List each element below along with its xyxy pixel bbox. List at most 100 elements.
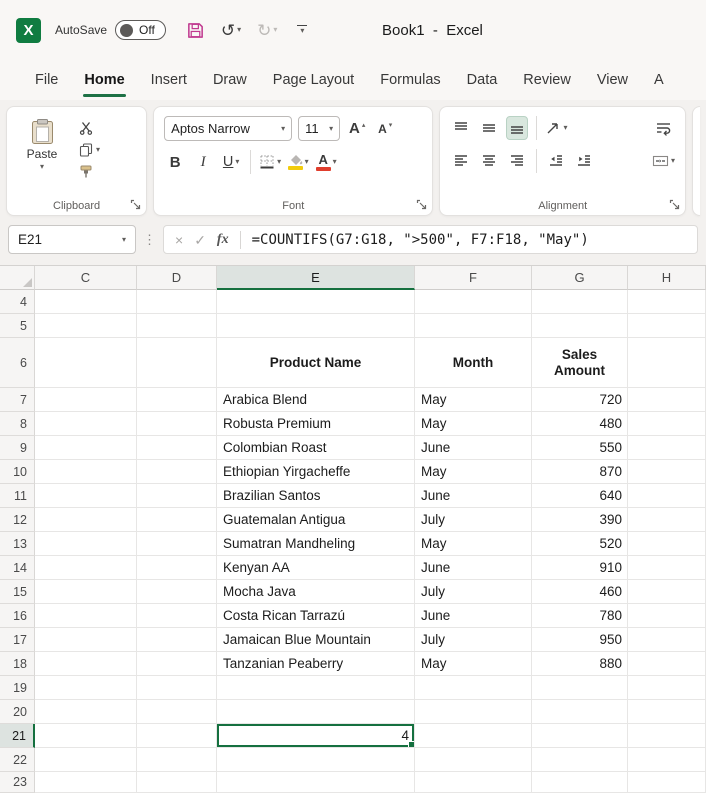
cell-G5[interactable] [532, 314, 628, 338]
cell-E16[interactable]: Costa Rican Tarrazú [217, 604, 415, 628]
cell-E21[interactable]: 4 [217, 724, 415, 748]
cell-H8[interactable] [628, 412, 706, 436]
cell-F16[interactable]: June [415, 604, 532, 628]
cell-E19[interactable] [217, 676, 415, 700]
italic-button[interactable]: I [192, 150, 214, 174]
increase-indent-button[interactable] [573, 149, 595, 173]
cell-C20[interactable] [35, 700, 137, 724]
cell-E4[interactable] [217, 290, 415, 314]
row-header-7[interactable]: 7 [0, 388, 35, 412]
cell-D22[interactable] [137, 748, 217, 772]
cell-G7[interactable]: 720 [532, 388, 628, 412]
font-size-combobox[interactable]: 11 ▾ [298, 116, 341, 141]
cell-H11[interactable] [628, 484, 706, 508]
cell-E8[interactable]: Robusta Premium [217, 412, 415, 436]
format-painter-button[interactable] [79, 165, 100, 179]
formula-input-area[interactable]: × ✓ fx =COUNTIFS(G7:G18, ">500", F7:F18,… [163, 225, 698, 254]
column-header-C[interactable]: C [35, 266, 137, 290]
cell-F12[interactable]: July [415, 508, 532, 532]
cell-D6[interactable] [137, 338, 217, 388]
cell-H12[interactable] [628, 508, 706, 532]
cell-D8[interactable] [137, 412, 217, 436]
align-middle-button[interactable] [478, 116, 500, 140]
align-bottom-button[interactable] [506, 116, 529, 140]
cell-H14[interactable] [628, 556, 706, 580]
cell-C22[interactable] [35, 748, 137, 772]
row-header-13[interactable]: 13 [0, 532, 35, 556]
cell-G19[interactable] [532, 676, 628, 700]
row-header-23[interactable]: 23 [0, 772, 35, 793]
row-header-15[interactable]: 15 [0, 580, 35, 604]
column-header-D[interactable]: D [137, 266, 217, 290]
tab-draw[interactable]: Draw [200, 60, 260, 100]
row-header-11[interactable]: 11 [0, 484, 35, 508]
cell-F21[interactable] [415, 724, 532, 748]
formula-bar-separator[interactable]: ⋮ [143, 232, 156, 248]
row-header-4[interactable]: 4 [0, 290, 35, 314]
cell-D5[interactable] [137, 314, 217, 338]
row-header-9[interactable]: 9 [0, 436, 35, 460]
cell-F9[interactable]: June [415, 436, 532, 460]
save-button[interactable] [186, 21, 205, 40]
cell-D9[interactable] [137, 436, 217, 460]
alignment-dialog-launcher[interactable] [669, 199, 680, 210]
cell-D18[interactable] [137, 652, 217, 676]
cell-C4[interactable] [35, 290, 137, 314]
decrease-indent-button[interactable] [545, 149, 567, 173]
fill-color-button[interactable]: ▾ [287, 150, 309, 174]
cell-D21[interactable] [137, 724, 217, 748]
cell-C6[interactable] [35, 338, 137, 388]
cell-E20[interactable] [217, 700, 415, 724]
cell-E23[interactable] [217, 772, 415, 793]
cell-D13[interactable] [137, 532, 217, 556]
cell-C15[interactable] [35, 580, 137, 604]
column-header-H[interactable]: H [628, 266, 706, 290]
row-header-16[interactable]: 16 [0, 604, 35, 628]
orientation-button[interactable]: ▾ [545, 116, 567, 140]
cell-C16[interactable] [35, 604, 137, 628]
cell-H7[interactable] [628, 388, 706, 412]
cell-D17[interactable] [137, 628, 217, 652]
cell-C10[interactable] [35, 460, 137, 484]
cell-G9[interactable]: 550 [532, 436, 628, 460]
cell-C17[interactable] [35, 628, 137, 652]
cell-D12[interactable] [137, 508, 217, 532]
cell-F20[interactable] [415, 700, 532, 724]
tab-file[interactable]: File [22, 60, 71, 100]
row-header-22[interactable]: 22 [0, 748, 35, 772]
row-header-21[interactable]: 21 [0, 724, 35, 748]
align-right-button[interactable] [506, 149, 528, 173]
cell-C23[interactable] [35, 772, 137, 793]
decrease-font-size-button[interactable]: A ▾ [374, 117, 396, 141]
cell-F17[interactable]: July [415, 628, 532, 652]
cell-G21[interactable] [532, 724, 628, 748]
cell-G10[interactable]: 870 [532, 460, 628, 484]
cell-G6[interactable]: Sales Amount [532, 338, 628, 388]
cut-button[interactable] [79, 121, 100, 135]
cell-G22[interactable] [532, 748, 628, 772]
cell-H23[interactable] [628, 772, 706, 793]
cell-E13[interactable]: Sumatran Mandheling [217, 532, 415, 556]
paste-button[interactable]: Paste ▾ [15, 115, 69, 179]
align-center-button[interactable] [478, 149, 500, 173]
tab-formulas[interactable]: Formulas [367, 60, 453, 100]
cell-E10[interactable]: Ethiopian Yirgacheffe [217, 460, 415, 484]
row-header-5[interactable]: 5 [0, 314, 35, 338]
cell-E18[interactable]: Tanzanian Peaberry [217, 652, 415, 676]
column-header-G[interactable]: G [532, 266, 628, 290]
cell-D14[interactable] [137, 556, 217, 580]
cell-F7[interactable]: May [415, 388, 532, 412]
cell-H9[interactable] [628, 436, 706, 460]
cell-G14[interactable]: 910 [532, 556, 628, 580]
cell-C13[interactable] [35, 532, 137, 556]
name-box[interactable]: E21 ▾ [8, 225, 136, 254]
cell-F15[interactable]: July [415, 580, 532, 604]
cell-F11[interactable]: June [415, 484, 532, 508]
cell-H5[interactable] [628, 314, 706, 338]
select-all-corner[interactable] [0, 266, 35, 290]
cell-G12[interactable]: 390 [532, 508, 628, 532]
cell-C14[interactable] [35, 556, 137, 580]
font-color-button[interactable]: A ▾ [315, 150, 337, 174]
cell-H10[interactable] [628, 460, 706, 484]
cell-D20[interactable] [137, 700, 217, 724]
